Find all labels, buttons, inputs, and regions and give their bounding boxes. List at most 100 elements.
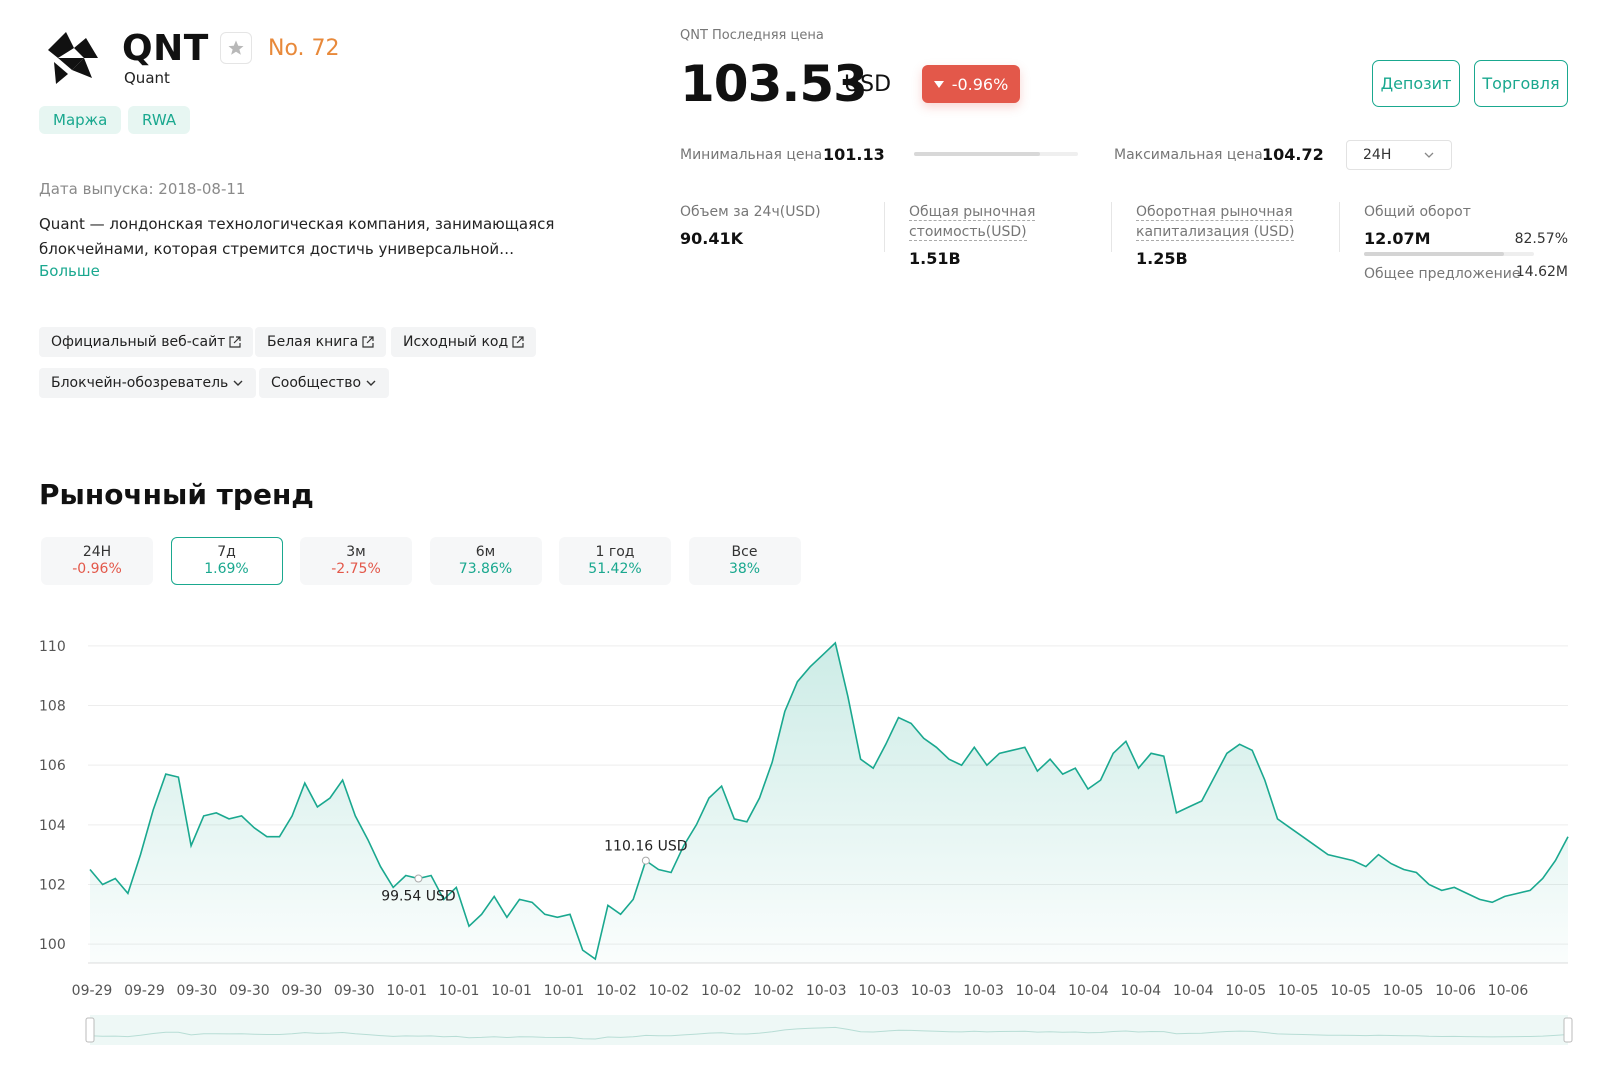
x-tick-label: 09-30 <box>177 983 218 999</box>
y-tick-label: 102 <box>39 877 66 893</box>
period-tab-change: -0.96% <box>72 561 122 577</box>
period-tab-label: 24H <box>82 544 112 560</box>
x-tick-label: 10-04 <box>1121 983 1162 999</box>
x-tick-label: 10-01 <box>439 983 480 999</box>
price-period-select[interactable]: 24H <box>1346 140 1452 170</box>
x-tick-label: 09-30 <box>334 983 375 999</box>
more-link[interactable]: Больше <box>39 262 100 280</box>
period-tab-label: 6м <box>475 544 496 560</box>
volume-value: 90.41K <box>680 229 744 248</box>
period-tab-change: 1.69% <box>204 561 249 577</box>
period-tab-0[interactable]: 24H -0.96% <box>41 537 153 585</box>
turnover-label: Общий оборот <box>1364 204 1471 220</box>
max-price-label: Максимальная цена <box>1114 147 1263 163</box>
min-price-label: 99.54 USD <box>381 888 455 904</box>
navigator-background <box>90 1015 1568 1045</box>
x-tick-label: 10-01 <box>491 983 532 999</box>
x-tick-label: 10-01 <box>544 983 585 999</box>
max-point <box>641 856 650 865</box>
period-tab-4[interactable]: 1 год 51.42% <box>559 537 671 585</box>
x-tick-label: 10-02 <box>596 983 637 999</box>
circulating-cap-label: Оборотная рыночная капитализация (USD) <box>1136 204 1295 241</box>
period-tab-3[interactable]: 6м 73.86% <box>429 537 542 585</box>
coin-description: Quant — лондонская технологическая компа… <box>39 215 555 258</box>
x-tick-label: 10-03 <box>858 983 899 999</box>
navigator-handle-right[interactable] <box>1563 1017 1573 1043</box>
x-tick-label: 10-02 <box>701 983 742 999</box>
star-icon <box>228 40 244 55</box>
price-area <box>90 642 1568 963</box>
turnover-fill <box>1364 252 1505 256</box>
period-tab-change: -2.75% <box>331 561 381 577</box>
period-tab-1[interactable]: 7д 1.69% <box>170 537 283 585</box>
turnover-value: 12.07M <box>1364 229 1431 248</box>
period-tab-change: 73.86% <box>458 561 513 577</box>
source-code-link[interactable]: Исходный код <box>391 327 537 357</box>
turnover-percent: 82.57% <box>1514 231 1568 247</box>
release-date: Дата выпуска: 2018-08-11 <box>39 180 246 198</box>
price-chart[interactable]: 100 102 104 106 108 110 110.16 USD 99.54 USD 09-… <box>0 615 1600 1073</box>
y-tick-label: 110 <box>39 639 66 655</box>
tag-margin[interactable]: Маржа <box>39 106 122 134</box>
stat-divider <box>1111 202 1112 252</box>
stat-divider <box>884 202 885 252</box>
x-tick-label: 10-03 <box>806 983 847 999</box>
x-tick-label: 10-05 <box>1225 983 1266 999</box>
period-tab-change: 38% <box>728 561 761 577</box>
volume-label: Объем за 24ч(USD) <box>680 204 821 220</box>
last-price-label: QNT Последняя цена <box>680 28 824 43</box>
triangle-down-icon <box>933 80 944 88</box>
price-change-badge: -0.96% <box>922 65 1020 103</box>
whitepaper-link[interactable]: Белая книга <box>255 327 387 357</box>
community-dropdown[interactable]: Сообщество <box>259 368 390 398</box>
trade-button[interactable]: Торговля <box>1474 60 1568 107</box>
chevron-down-icon <box>366 380 376 386</box>
rank-badge: No. 72 <box>268 36 340 61</box>
min-point <box>414 874 423 883</box>
x-tick-label: 10-02 <box>649 983 690 999</box>
x-tick-label: 10-04 <box>1173 983 1214 999</box>
x-tick-label: 10-06 <box>1435 983 1476 999</box>
x-tick-label: 10-04 <box>1068 983 1109 999</box>
period-tab-2[interactable]: 3м -2.75% <box>300 537 412 585</box>
y-tick-label: 106 <box>39 758 66 774</box>
navigator-handle-left[interactable] <box>85 1017 95 1043</box>
x-tick-label: 09-30 <box>281 983 322 999</box>
period-tab-label: Все <box>731 544 758 560</box>
external-link-icon <box>229 336 241 348</box>
turnover-bar <box>1364 252 1534 256</box>
y-tick-label: 100 <box>39 937 66 953</box>
official-website-link[interactable]: Официальный веб-сайт <box>39 327 254 357</box>
external-link-icon <box>512 336 524 348</box>
x-tick-label: 10-02 <box>753 983 794 999</box>
period-tab-label: 3м <box>346 544 366 560</box>
market-cap-value: 1.51B <box>909 249 961 268</box>
deposit-button[interactable]: Депозит <box>1372 60 1460 107</box>
x-tick-label: 10-03 <box>911 983 952 999</box>
coin-name: Quant <box>124 69 170 87</box>
y-tick-label: 108 <box>39 699 66 715</box>
period-tab-label: 7д <box>217 544 236 560</box>
x-tick-label: 10-05 <box>1330 983 1371 999</box>
y-tick-label: 104 <box>39 818 66 834</box>
coin-symbol: QNT <box>122 28 209 69</box>
period-tab-change: 51.42% <box>588 561 642 577</box>
chevron-down-icon <box>233 380 243 386</box>
max-price-label: 110.16 USD <box>604 839 687 855</box>
favorite-button[interactable] <box>220 32 252 64</box>
external-link-icon <box>362 336 374 348</box>
stat-divider <box>1339 202 1340 252</box>
price-unit: USD <box>844 72 892 97</box>
period-tab-5[interactable]: Все 38% <box>688 537 801 585</box>
x-tick-label: 10-05 <box>1383 983 1424 999</box>
circulating-cap-value: 1.25B <box>1136 249 1188 268</box>
tag-rwa[interactable]: RWA <box>128 106 191 134</box>
min-price-label: Минимальная цена <box>680 147 823 163</box>
x-tick-label: 09-29 <box>124 983 165 999</box>
x-tick-label: 10-06 <box>1488 983 1529 999</box>
chevron-down-icon <box>1424 152 1434 158</box>
period-tab-label: 1 год <box>595 544 635 560</box>
price-range-fill <box>914 152 1041 156</box>
price-range-bar <box>914 152 1078 156</box>
block-explorer-dropdown[interactable]: Блокчейн-обозреватель <box>39 368 257 398</box>
